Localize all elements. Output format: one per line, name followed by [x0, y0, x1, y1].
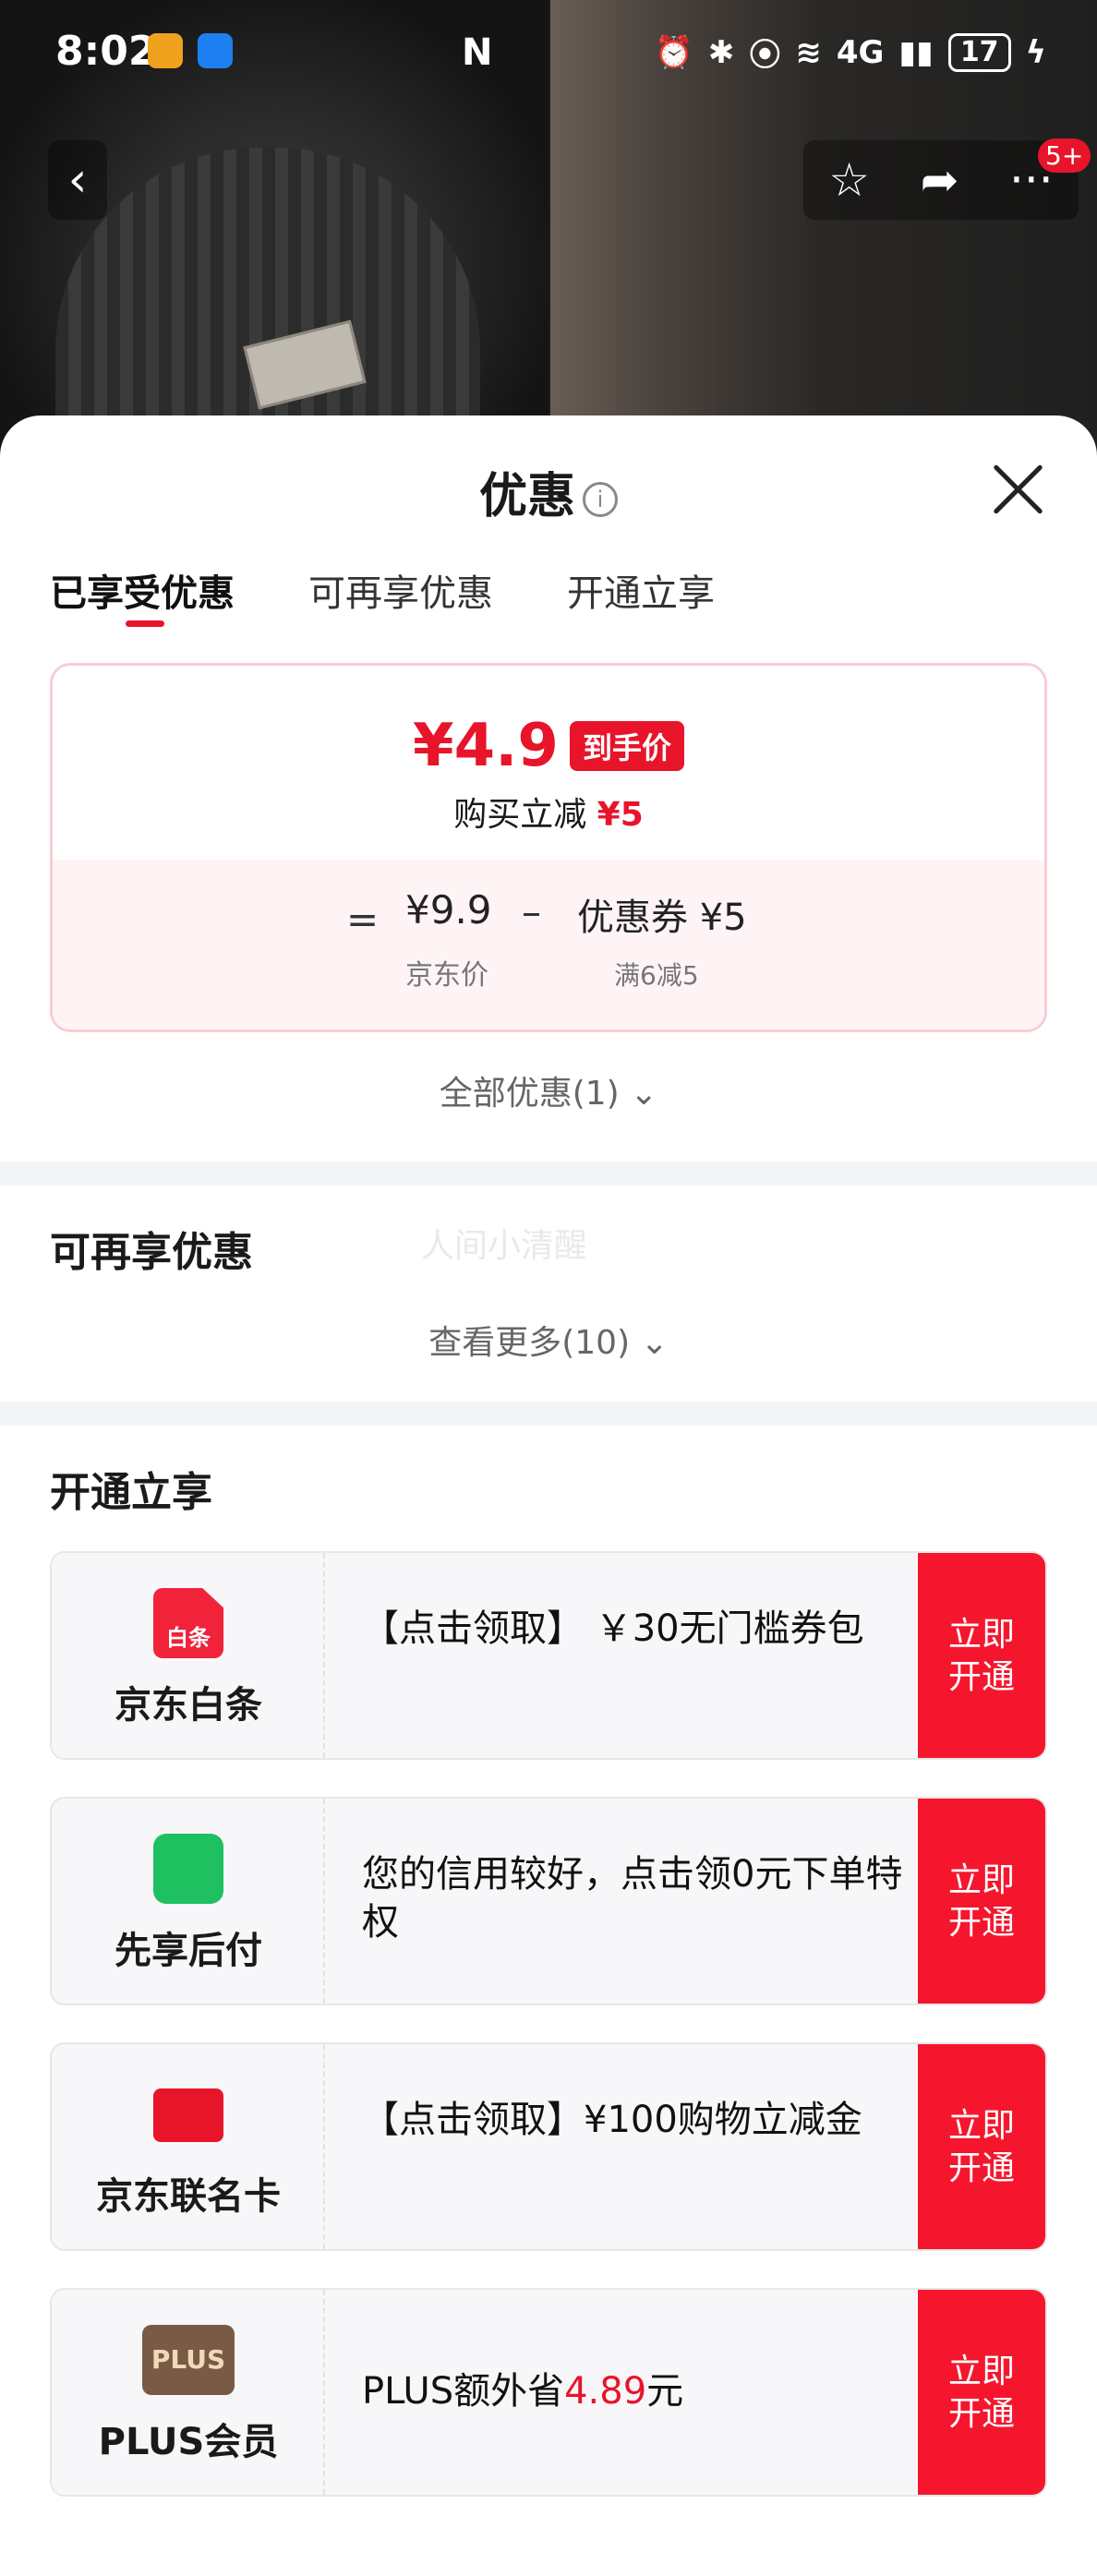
offer-tabs: 已享受优惠 可再享优惠 开通立享: [50, 563, 715, 627]
tab-open-enjoy[interactable]: 开通立享: [567, 563, 715, 617]
service-name: PLUS会员: [98, 2421, 279, 2463]
status-icons: ⏰ ✱ ⦿ ≋ 4G ▮▮ 17 ϟ: [654, 30, 1046, 75]
baitiao-icon-text: 白条: [166, 1625, 211, 1651]
info-icon[interactable]: i: [583, 482, 618, 517]
jd-price: ¥9.9: [405, 887, 492, 933]
offers-sheet: 优惠 i 已享受优惠 可再享优惠 开通立享 ¥4.9 到手价 购买立减 ¥5 = ¥…: [0, 415, 1097, 2576]
open-now-button[interactable]: 立即 开通: [918, 2290, 1045, 2495]
section-divider: [0, 1162, 1097, 1186]
sheet-title: 优惠 i: [0, 457, 1097, 526]
network-label: 4G: [836, 33, 885, 71]
service-name: 京东白条: [115, 1684, 262, 1727]
wifi-icon: ≋: [795, 33, 822, 71]
open-now-label: 立即 开通: [947, 2353, 1015, 2433]
final-price: ¥4.9: [413, 712, 559, 780]
open-now-button[interactable]: 立即 开通: [918, 2044, 1045, 2249]
shopping-bag-icon: [153, 1834, 223, 1904]
battery-icon: 17: [947, 32, 1011, 72]
open-now-label: 立即 开通: [947, 2107, 1015, 2187]
instant-reduce-label: 购买立减: [453, 796, 587, 834]
all-offers-toggle[interactable]: 全部优惠(1) ⌄: [0, 1066, 1097, 1114]
open-now-button[interactable]: 立即 开通: [918, 1799, 1045, 2004]
share-icon[interactable]: ➦: [921, 153, 959, 207]
back-button[interactable]: ‹: [48, 140, 107, 220]
final-price-tag: 到手价: [569, 721, 684, 771]
nfc-icon: N: [462, 31, 493, 74]
app-notification-icon: [148, 33, 183, 68]
service-brand: 白条 京东白条: [52, 1553, 325, 1758]
coupon-amount: 优惠券 ¥5: [577, 897, 747, 939]
service-card-baitiao[interactable]: 白条 京东白条 【点击领取】 ￥30无门槛券包 立即 开通: [50, 1551, 1047, 1760]
section-open-title: 开通立享: [50, 1469, 212, 1516]
chevron-left-icon: ‹: [67, 152, 88, 208]
tab-more-offers[interactable]: 可再享优惠: [308, 563, 493, 617]
status-time: 8:02: [55, 28, 157, 75]
status-bar: 8:02 N ⏰ ✱ ⦿ ≋ 4G ▮▮ 17 ϟ: [0, 0, 1097, 106]
service-brand: 先享后付: [52, 1799, 325, 2004]
sheet-title-text: 优惠: [478, 469, 575, 524]
credit-card-icon: [153, 2088, 223, 2142]
section-divider: [0, 1402, 1097, 1426]
service-name: 先享后付: [115, 1930, 262, 1972]
service-desc: 您的信用较好，点击领0元下单特权: [362, 1853, 903, 1944]
service-desc: PLUS额外省4.89元: [362, 2367, 916, 2415]
service-brand: PLUS PLUS会员: [52, 2290, 325, 2495]
see-more-toggle[interactable]: 查看更多(10) ⌄: [0, 1316, 1097, 1364]
plus-icon: PLUS: [142, 2325, 235, 2395]
app-notification-icon: [198, 33, 233, 68]
jd-price-label: 京东价: [405, 959, 488, 992]
service-name: 京东联名卡: [96, 2175, 281, 2218]
coupon-condition: 满6减5: [614, 960, 699, 991]
open-now-button[interactable]: 立即 开通: [918, 1553, 1045, 1758]
instant-reduce: 购买立减 ¥5: [53, 788, 1044, 836]
service-card-plus[interactable]: PLUS PLUS会员 PLUS额外省4.89元 立即 开通: [50, 2288, 1047, 2497]
open-now-label: 立即 开通: [947, 1861, 1015, 1942]
plus-desc-prefix: PLUS额外省: [362, 2370, 565, 2413]
close-icon[interactable]: [990, 462, 1045, 517]
section-more-title: 可再享优惠: [50, 1229, 253, 1276]
location-icon: ⦿: [749, 37, 781, 74]
plus-desc-amount: 4.89: [564, 2370, 647, 2413]
baitiao-icon: 白条: [153, 1588, 223, 1658]
service-desc: 【点击领取】¥100购物立减金: [362, 2099, 862, 2141]
instant-reduce-value: ¥5: [597, 796, 644, 834]
favorite-star-icon[interactable]: ☆: [828, 153, 870, 207]
open-now-label: 立即 开通: [947, 1616, 1015, 1696]
plus-desc-suffix: 元: [646, 2370, 684, 2413]
service-card-cobrand[interactable]: 京东联名卡 【点击领取】¥100购物立减金 立即 开通: [50, 2042, 1047, 2251]
signal-icon: ▮▮: [898, 33, 934, 71]
charging-icon: ϟ: [1025, 33, 1046, 71]
watermark-text: 人间小清醒: [421, 1227, 588, 1265]
equals-sign: =: [346, 897, 380, 942]
price-card: ¥4.9 到手价 购买立减 ¥5 = ¥9.9 京东价 – 优惠券 ¥5 满6减5: [50, 663, 1047, 1032]
service-brand: 京东联名卡: [52, 2044, 325, 2249]
minus-sign: –: [522, 889, 541, 934]
service-desc: 【点击领取】 ￥30无门槛券包: [362, 1607, 864, 1650]
service-card-pay-later[interactable]: 先享后付 您的信用较好，点击领0元下单特权 立即 开通: [50, 1797, 1047, 2005]
bluetooth-icon: ✱: [707, 33, 735, 71]
price-breakdown: = ¥9.9 京东价 – 优惠券 ¥5 满6减5: [53, 860, 1044, 1029]
tab-enjoyed[interactable]: 已享受优惠: [50, 563, 235, 627]
alarm-icon: ⏰: [654, 33, 693, 71]
price-summary: ¥4.9 到手价 购买立减 ¥5: [53, 666, 1044, 860]
final-price-row: ¥4.9 到手价: [53, 712, 1044, 780]
message-badge: 5+: [1038, 138, 1091, 173]
